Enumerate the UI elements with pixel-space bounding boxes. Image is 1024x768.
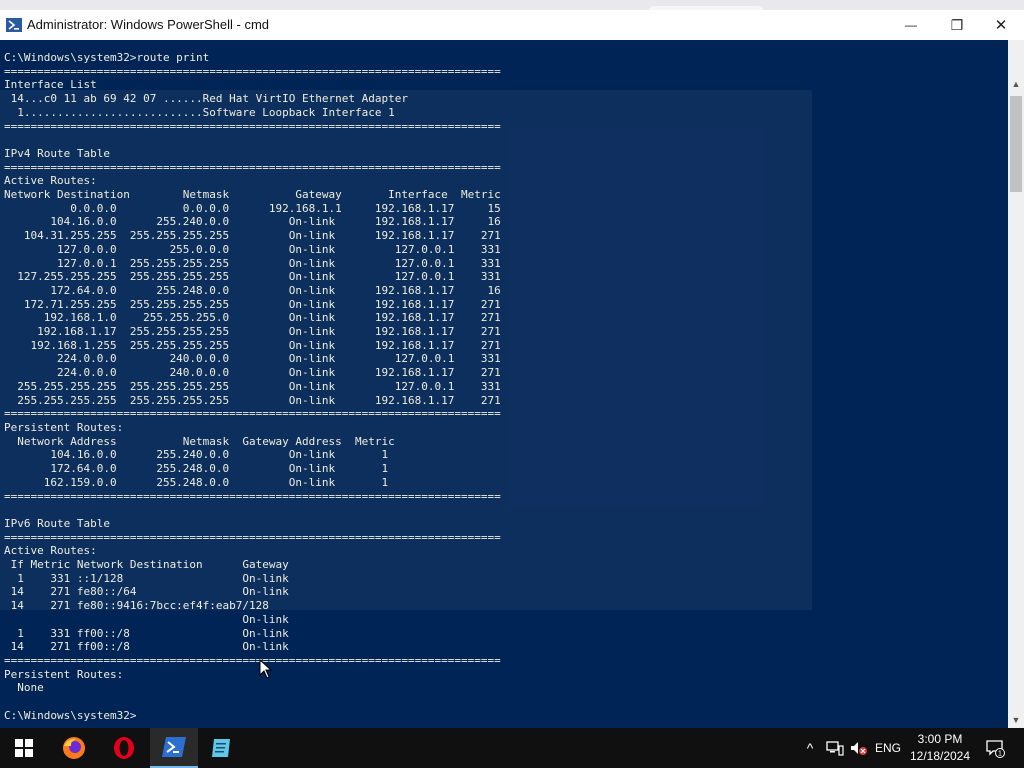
console-line: 127.255.255.255 255.255.255.255 On-link … — [4, 270, 501, 284]
close-icon: ✕ — [994, 17, 1008, 34]
console-line: ========================================… — [4, 64, 501, 78]
language-label: ENG — [874, 741, 901, 755]
chevron-down-icon: ▼ — [1011, 715, 1021, 725]
console-line: 127.0.0.1 255.255.255.255 On-link 127.0.… — [4, 256, 501, 270]
console-line: Active Routes: — [4, 544, 97, 558]
powershell-icon — [162, 737, 186, 757]
console-line: 192.168.1.17 255.255.255.255 On-link 192… — [4, 325, 501, 339]
console-line: 14...c0 11 ab 69 42 07 ......Red Hat Vir… — [4, 92, 408, 106]
console-line: ========================================… — [4, 119, 501, 133]
firefox-icon — [63, 737, 85, 759]
console-line: 192.168.1.255 255.255.255.255 On-link 19… — [4, 338, 501, 352]
console-line: ========================================… — [4, 407, 501, 421]
console-line: 0.0.0.0 0.0.0.0 192.168.1.1 192.168.1.17… — [4, 201, 501, 215]
scroll-up-arrow[interactable]: ▲ — [1008, 76, 1024, 92]
console-line: C:\Windows\system32> — [4, 708, 137, 722]
console-line: Network Destination Netmask Gateway Inte… — [4, 188, 501, 202]
vertical-scrollbar[interactable]: ▲ ▼ — [1008, 40, 1024, 728]
title-bar[interactable]: Administrator: Windows PowerShell - cmd … — [0, 10, 1024, 40]
console-line: On-link — [4, 612, 289, 626]
chevron-up-icon: ^ — [806, 740, 814, 756]
notepad-icon — [212, 739, 230, 757]
powershell-window: Administrator: Windows PowerShell - cmd … — [0, 10, 1024, 728]
console-line: 255.255.255.255 255.255.255.255 On-link … — [4, 379, 501, 393]
console-line: Interface List — [4, 78, 97, 92]
console-line: 255.255.255.255 255.255.255.255 On-link … — [4, 393, 501, 407]
action-center-button[interactable]: 1 — [980, 728, 1010, 768]
mouse-cursor-icon — [259, 659, 273, 679]
console-line: 1 331 ::1/128 On-link — [4, 571, 289, 585]
console-line: If Metric Network Destination Gateway — [4, 558, 289, 572]
console-line: Persistent Routes: — [4, 667, 124, 681]
notification-icon: 1 — [986, 740, 1005, 758]
console-line: 172.71.255.255 255.255.255.255 On-link 1… — [4, 297, 501, 311]
console-line: 224.0.0.0 240.0.0.0 On-link 192.168.1.17… — [4, 366, 501, 380]
console-line: 172.64.0.0 255.248.0.0 On-link 192.168.1… — [4, 283, 501, 297]
console-line: 14 271 fe80::/64 On-link — [4, 585, 289, 599]
console-line: IPv6 Route Table — [4, 516, 110, 530]
volume-muted-icon — [851, 742, 867, 755]
console-line: Active Routes: — [4, 174, 97, 188]
console-line: 14 271 fe80::9416:7bcc:ef4f:eab7/128 — [4, 599, 269, 613]
clock-time: 3:00 PM — [917, 732, 963, 746]
console-line: 224.0.0.0 240.0.0.0 On-link 127.0.0.1 33… — [4, 352, 501, 366]
console-line: 1...........................Software Loo… — [4, 105, 395, 119]
console-line: ========================================… — [4, 489, 501, 503]
show-hidden-icons-button[interactable]: ^ — [800, 728, 820, 768]
console-line: 14 271 ff00::/8 On-link — [4, 640, 289, 654]
console-line: 127.0.0.0 255.0.0.0 On-link 127.0.0.1 33… — [4, 242, 501, 256]
console-line: 192.168.1.0 255.255.255.0 On-link 192.16… — [4, 311, 501, 325]
console-line: ========================================… — [4, 653, 501, 667]
minimize-button[interactable]: — — [888, 10, 934, 40]
volume-tray-button[interactable] — [848, 728, 870, 768]
scroll-down-arrow[interactable]: ▼ — [1008, 712, 1024, 728]
network-tray-button[interactable] — [824, 728, 846, 768]
console-area[interactable]: C:\Windows\system32>route print ========… — [0, 40, 1008, 728]
taskbar-powershell[interactable] — [150, 728, 198, 768]
console-line: 162.159.0.0 255.248.0.0 On-link 1 — [4, 475, 389, 489]
console-line: 172.64.0.0 255.248.0.0 On-link 1 — [4, 462, 389, 476]
taskbar-firefox[interactable] — [50, 728, 98, 768]
opera-icon — [114, 737, 134, 759]
console-line: ========================================… — [4, 530, 501, 544]
start-button[interactable] — [0, 728, 48, 768]
minimize-icon: — — [905, 18, 917, 32]
windows-start-icon — [15, 739, 33, 757]
network-icon — [826, 741, 844, 756]
console-line: 104.16.0.0 255.240.0.0 On-link 1 — [4, 448, 389, 462]
console-line: C:\Windows\system32>route print — [4, 51, 210, 64]
powershell-title-icon — [6, 18, 22, 32]
console-line: Persistent Routes: — [4, 420, 124, 434]
console-line: 104.16.0.0 255.240.0.0 On-link 192.168.1… — [4, 215, 501, 229]
close-button[interactable]: ✕ — [978, 10, 1024, 40]
clock-date: 12/18/2024 — [909, 749, 971, 763]
restore-icon: ❐ — [950, 16, 964, 33]
console-line: ========================================… — [4, 160, 501, 174]
chevron-up-icon: ▲ — [1011, 79, 1021, 89]
notification-count: 1 — [998, 751, 1002, 758]
console-line: Network Address Netmask Gateway Address … — [4, 434, 395, 448]
taskbar-opera[interactable] — [100, 728, 148, 768]
console-output: C:\Windows\system32>route print ========… — [4, 51, 501, 722]
window-title: Administrator: Windows PowerShell - cmd — [27, 17, 270, 32]
scrollbar-thumb[interactable] — [1010, 96, 1022, 192]
taskbar: ^ ENG 3:00 PM 12/18/2024 1 — [0, 728, 1024, 768]
console-line: 1 331 ff00::/8 On-link — [4, 626, 289, 640]
console-line: None — [4, 681, 44, 695]
console-line: 104.31.255.255 255.255.255.255 On-link 1… — [4, 229, 501, 243]
taskbar-clock[interactable]: 3:00 PM 12/18/2024 — [900, 731, 980, 765]
console-line: IPv4 Route Table — [4, 146, 110, 160]
maximize-button[interactable]: ❐ — [934, 10, 980, 40]
taskbar-notepad[interactable] — [198, 728, 246, 768]
